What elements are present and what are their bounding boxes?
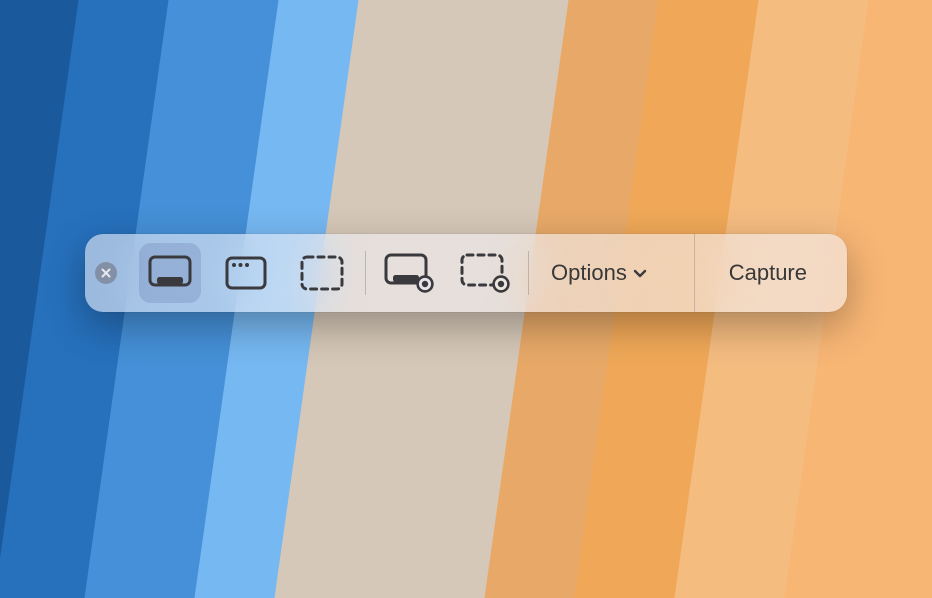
capture-window-icon [225,256,267,290]
close-icon [100,267,112,279]
options-label: Options [551,260,627,286]
capture-mode-group [131,243,361,303]
options-button[interactable]: Options [533,243,665,303]
capture-button[interactable]: Capture [695,234,841,312]
capture-selection-icon [300,255,344,291]
record-entire-screen-button[interactable] [378,243,440,303]
capture-entire-screen-icon [148,255,192,291]
screenshot-toolbar: Options Capture [85,234,847,312]
capture-entire-screen-button[interactable] [139,243,201,303]
divider [365,251,366,295]
capture-label: Capture [729,260,807,286]
record-selection-icon [460,253,510,293]
capture-selection-button[interactable] [291,243,353,303]
close-button[interactable] [95,262,117,284]
record-entire-screen-icon [384,253,434,293]
chevron-down-icon [633,269,647,278]
record-selection-button[interactable] [454,243,516,303]
divider [528,251,529,295]
record-mode-group [370,243,524,303]
capture-window-button[interactable] [215,243,277,303]
